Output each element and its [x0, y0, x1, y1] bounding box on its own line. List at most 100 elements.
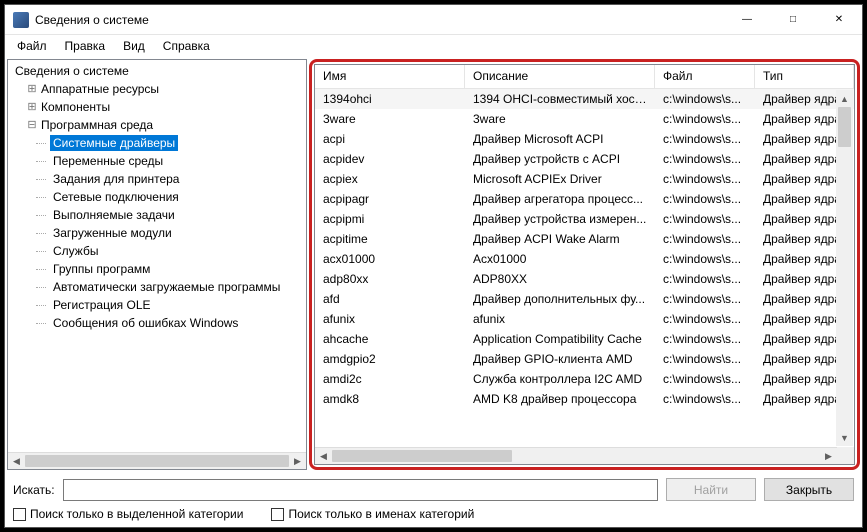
cell-desc: Драйвер агрегатора процесс... [465, 192, 655, 206]
cell-file: c:\windows\s... [655, 112, 755, 126]
cell-name: amdi2c [315, 372, 465, 386]
cell-name: acpipagr [315, 192, 465, 206]
table-row[interactable]: 1394ohci1394 OHCI-совместимый хост...c:\… [315, 89, 854, 109]
tree-horizontal-scrollbar[interactable]: ◀ ▶ [8, 452, 306, 469]
driver-list[interactable]: 1394ohci1394 OHCI-совместимый хост...c:\… [315, 89, 854, 447]
cell-desc: Драйвер Microsoft ACPI [465, 132, 655, 146]
cell-desc: Драйвер GPIO-клиента AMD [465, 352, 655, 366]
column-description[interactable]: Описание [465, 65, 655, 88]
cell-desc: Служба контроллера I2C AMD [465, 372, 655, 386]
scroll-thumb[interactable] [838, 107, 851, 147]
close-button[interactable]: ✕ [816, 5, 862, 35]
window-title: Сведения о системе [35, 13, 724, 27]
collapse-icon[interactable]: ⊟ [26, 120, 38, 131]
table-row[interactable]: acpipagrДрайвер агрегатора процесс...c:\… [315, 189, 854, 209]
table-row[interactable]: 3ware3warec:\windows\s...Драйвер ядра [315, 109, 854, 129]
tree-hardware[interactable]: ⊞ Аппаратные ресурсы [8, 80, 306, 98]
cell-file: c:\windows\s... [655, 312, 755, 326]
table-row[interactable]: acpiexMicrosoft ACPIEx Driverc:\windows\… [315, 169, 854, 189]
cell-name: 3ware [315, 112, 465, 126]
cell-name: acpidev [315, 152, 465, 166]
cell-desc: afunix [465, 312, 655, 326]
category-tree[interactable]: Сведения о системе ⊞ Аппаратные ресурсы … [7, 59, 307, 470]
table-row[interactable]: ahcacheApplication Compatibility Cachec:… [315, 329, 854, 349]
column-name[interactable]: Имя [315, 65, 465, 88]
cell-name: amdk8 [315, 392, 465, 406]
maximize-button[interactable]: □ [770, 5, 816, 35]
scroll-thumb[interactable] [25, 455, 289, 467]
cell-file: c:\windows\s... [655, 172, 755, 186]
scroll-right-icon[interactable]: ▶ [820, 448, 837, 464]
expand-icon[interactable]: ⊞ [26, 84, 38, 95]
table-row[interactable]: adp80xxADP80XXc:\windows\s...Драйвер ядр… [315, 269, 854, 289]
table-row[interactable]: acpidevДрайвер устройств с ACPIc:\window… [315, 149, 854, 169]
table-row[interactable]: amdk8AMD K8 драйвер процессораc:\windows… [315, 389, 854, 409]
scroll-right-icon[interactable]: ▶ [289, 453, 306, 469]
scroll-left-icon[interactable]: ◀ [315, 448, 332, 464]
table-row[interactable]: acpitimeДрайвер ACPI Wake Alarmc:\window… [315, 229, 854, 249]
checkbox-names-only[interactable]: Поиск только в именах категорий [271, 507, 474, 521]
tree-net-conn[interactable]: Сетевые подключения [8, 188, 306, 206]
tree-program-groups[interactable]: Группы программ [8, 260, 306, 278]
menu-help[interactable]: Справка [155, 37, 218, 55]
cell-name: ahcache [315, 332, 465, 346]
table-row[interactable]: acpiДрайвер Microsoft ACPIc:\windows\s..… [315, 129, 854, 149]
tree-services[interactable]: Службы [8, 242, 306, 260]
cell-name: afd [315, 292, 465, 306]
scroll-thumb[interactable] [332, 450, 512, 462]
expand-icon[interactable]: ⊞ [26, 102, 38, 113]
tree-label: Регистрация OLE [50, 297, 154, 313]
tree-autostart[interactable]: Автоматически загружаемые программы [8, 278, 306, 296]
minimize-button[interactable]: — [724, 5, 770, 35]
cell-name: adp80xx [315, 272, 465, 286]
table-row[interactable]: amdgpio2Драйвер GPIO-клиента AMDc:\windo… [315, 349, 854, 369]
menu-view[interactable]: Вид [115, 37, 153, 55]
column-type[interactable]: Тип [755, 65, 854, 88]
menu-edit[interactable]: Правка [57, 37, 114, 55]
titlebar[interactable]: Сведения о системе — □ ✕ [5, 5, 862, 35]
tree-components[interactable]: ⊞ Компоненты [8, 98, 306, 116]
cell-desc: 1394 OHCI-совместимый хост... [465, 92, 655, 106]
tree-label: Службы [50, 243, 101, 259]
cell-file: c:\windows\s... [655, 152, 755, 166]
scroll-down-icon[interactable]: ▼ [836, 429, 853, 446]
scroll-up-icon[interactable]: ▲ [836, 90, 853, 107]
tree-running-tasks[interactable]: Выполняемые задачи [8, 206, 306, 224]
list-horizontal-scrollbar[interactable]: ◀ ▶ [315, 447, 837, 464]
tree-label: Загруженные модули [50, 225, 175, 241]
cell-file: c:\windows\s... [655, 252, 755, 266]
table-row[interactable]: afdДрайвер дополнительных фу...c:\window… [315, 289, 854, 309]
search-input[interactable] [63, 479, 658, 501]
table-row[interactable]: acx01000Acx01000c:\windows\s...Драйвер я… [315, 249, 854, 269]
checkbox-selected-category[interactable]: Поиск только в выделенной категории [13, 507, 243, 521]
list-vertical-scrollbar[interactable]: ▲ ▼ [836, 90, 853, 446]
cell-file: c:\windows\s... [655, 212, 755, 226]
tree-system-drivers[interactable]: Системные драйверы [8, 134, 306, 152]
tree-label: Компоненты [38, 99, 113, 115]
tree-software-env[interactable]: ⊟ Программная среда [8, 116, 306, 134]
tree-label: Сетевые подключения [50, 189, 182, 205]
tree-print-jobs[interactable]: Задания для принтера [8, 170, 306, 188]
scroll-left-icon[interactable]: ◀ [8, 453, 25, 469]
table-row[interactable]: afunixafunixc:\windows\s...Драйвер ядра [315, 309, 854, 329]
find-button[interactable]: Найти [666, 478, 756, 501]
tree-env-vars[interactable]: Переменные среды [8, 152, 306, 170]
cell-name: afunix [315, 312, 465, 326]
tree-win-err[interactable]: Сообщения об ошибках Windows [8, 314, 306, 332]
tree-root[interactable]: Сведения о системе [8, 62, 306, 80]
tree-label: Сведения о системе [12, 63, 132, 79]
cell-file: c:\windows\s... [655, 232, 755, 246]
column-file[interactable]: Файл [655, 65, 755, 88]
tree-ole-reg[interactable]: Регистрация OLE [8, 296, 306, 314]
tree-loaded-modules[interactable]: Загруженные модули [8, 224, 306, 242]
table-row[interactable]: acpipmiДрайвер устройства измерен...c:\w… [315, 209, 854, 229]
menu-file[interactable]: Файл [9, 37, 55, 55]
close-window-button[interactable]: Закрыть [764, 478, 854, 501]
cell-file: c:\windows\s... [655, 332, 755, 346]
cell-desc: 3ware [465, 112, 655, 126]
cell-file: c:\windows\s... [655, 292, 755, 306]
checkbox-label: Поиск только в выделенной категории [30, 507, 243, 521]
table-row[interactable]: amdi2cСлужба контроллера I2C AMDc:\windo… [315, 369, 854, 389]
cell-file: c:\windows\s... [655, 352, 755, 366]
cell-file: c:\windows\s... [655, 392, 755, 406]
